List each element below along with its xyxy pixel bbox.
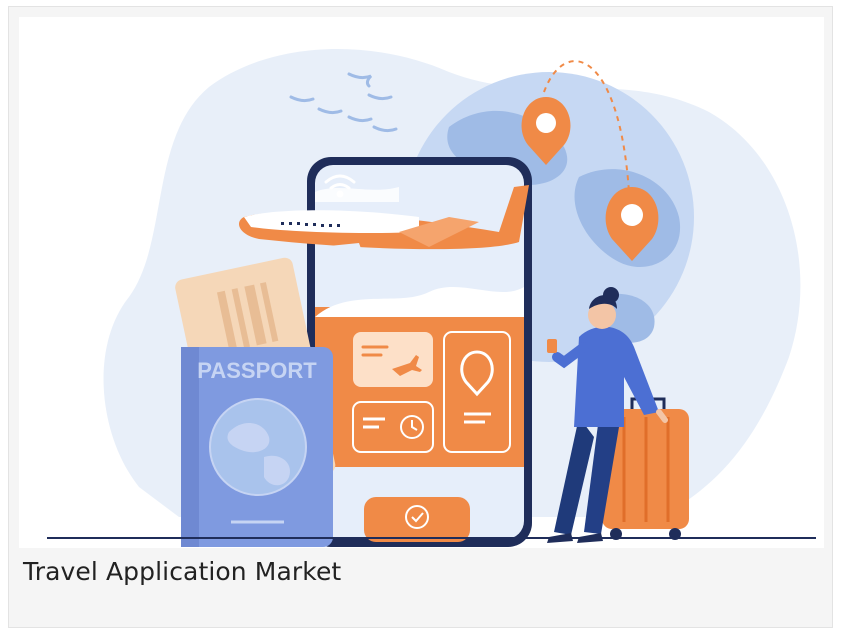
confirm-button xyxy=(364,497,470,542)
globe-icon xyxy=(209,398,307,496)
flight-ticket-card xyxy=(353,332,433,387)
travel-app-illustration: PASSPORT xyxy=(19,17,824,548)
passport-label: PASSPORT xyxy=(197,358,317,383)
passport: PASSPORT xyxy=(181,347,333,547)
illustration-svg: PASSPORT xyxy=(47,49,816,547)
article-card[interactable]: PASSPORT Travel Application Market xyxy=(8,6,833,628)
card-title[interactable]: Travel Application Market xyxy=(23,557,341,586)
